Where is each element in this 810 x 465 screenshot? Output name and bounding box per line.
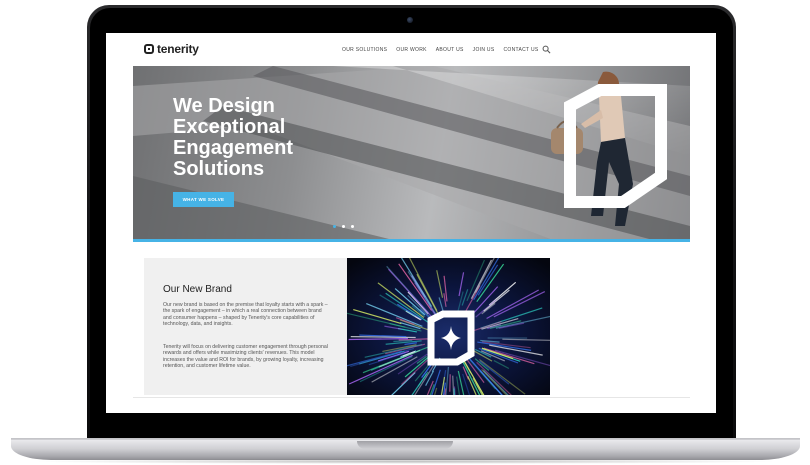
brand-title: Our New Brand: [163, 284, 232, 295]
main-nav: OUR SOLUTIONS OUR WORK ABOUT US JOIN US …: [342, 47, 539, 53]
hero-title-line: We Design: [173, 95, 275, 117]
site-logo[interactable]: tenerity: [144, 42, 199, 56]
nav-our-work[interactable]: OUR WORK: [396, 47, 426, 53]
hero-title-line: Solutions: [173, 158, 265, 180]
hero-title: We Design Exceptional Engagement Solutio…: [173, 96, 373, 180]
website-screen: tenerity OUR SOLUTIONS OUR WORK ABOUT US…: [106, 33, 716, 413]
slider-dots: [333, 225, 354, 228]
light-burst-image: [347, 258, 550, 395]
nav-our-solutions[interactable]: OUR SOLUTIONS: [342, 47, 387, 53]
hero-title-line: Exceptional: [173, 116, 286, 138]
search-icon[interactable]: [542, 45, 551, 54]
brand-paragraph-2: Tenerity will focus on delivering custom…: [163, 344, 328, 370]
hero-accent-bar: [133, 239, 690, 242]
brand-image: [347, 258, 550, 395]
slider-dot-2[interactable]: [342, 225, 345, 228]
hero-title-line: Engagement: [173, 137, 294, 159]
logo-text: tenerity: [157, 42, 199, 56]
nav-contact-us[interactable]: CONTACT US: [503, 47, 538, 53]
section-divider: [133, 397, 690, 398]
site-header: tenerity OUR SOLUTIONS OUR WORK ABOUT US…: [106, 33, 716, 65]
nav-about-us[interactable]: ABOUT US: [436, 47, 464, 53]
what-we-solve-button[interactable]: WHAT WE SOLVE: [173, 192, 234, 207]
laptop-shadow: [30, 459, 781, 464]
nav-join-us[interactable]: JOIN US: [473, 47, 495, 53]
webcam-icon: [407, 17, 413, 23]
brand-text-panel: Our New Brand Our new brand is based on …: [144, 258, 347, 395]
slider-dot-3[interactable]: [351, 225, 354, 228]
hero-banner: We Design Exceptional Engagement Solutio…: [133, 66, 690, 240]
slider-dot-1[interactable]: [333, 225, 336, 228]
laptop-open-notch: [357, 441, 453, 449]
brand-paragraph-1: Our new brand is based on the premise th…: [163, 302, 328, 328]
tenerity-logo-icon: [144, 44, 154, 54]
